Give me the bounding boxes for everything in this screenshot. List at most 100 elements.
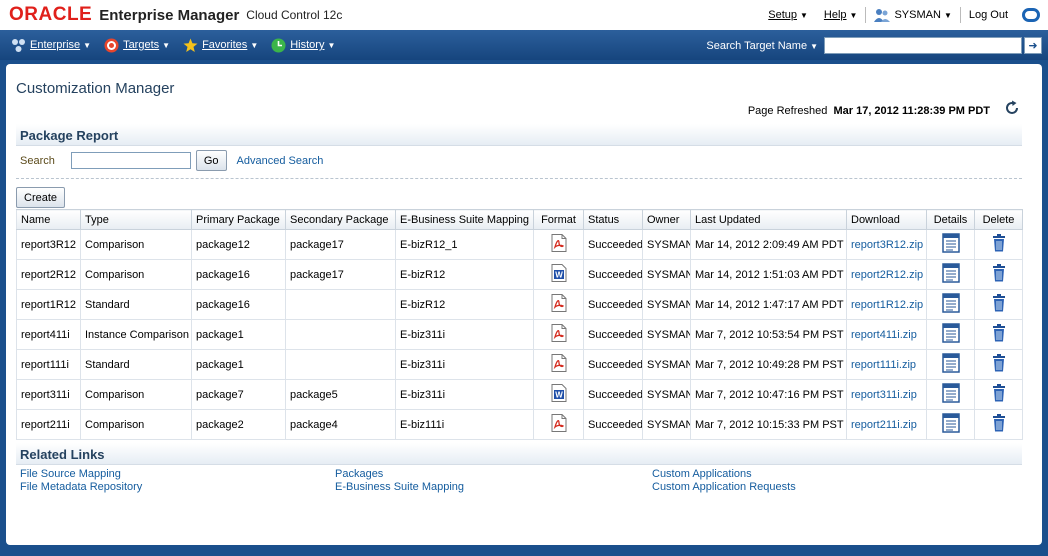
cell-last-updated: Mar 7, 2012 10:15:33 PM PST <box>690 409 847 440</box>
cell-primary-package: package16 <box>191 259 286 290</box>
targets-icon <box>104 38 119 52</box>
details-icon[interactable] <box>941 293 960 316</box>
trash-icon[interactable] <box>992 264 1006 285</box>
col-header-mapping[interactable]: E-Business Suite Mapping <box>395 209 534 230</box>
help-menu[interactable]: Help ▼ <box>824 9 858 21</box>
trash-icon[interactable] <box>992 234 1006 255</box>
chevron-down-icon: ▼ <box>810 41 818 51</box>
col-header-owner[interactable]: Owner <box>642 209 691 230</box>
table-row[interactable]: report311i Comparison package7 package5 E-bi… <box>16 379 1023 410</box>
pdf-document-icon[interactable] <box>551 324 567 345</box>
cell-type: Standard <box>80 349 192 380</box>
search-go-arrow-icon[interactable]: ➜ <box>1024 37 1042 54</box>
table-row[interactable]: report3R12 Comparison package12 package17 E-… <box>16 229 1023 260</box>
cell-last-updated: Mar 7, 2012 10:47:16 PM PST <box>690 379 847 410</box>
setup-menu[interactable]: Setup ▼ <box>768 9 808 21</box>
user-menu[interactable]: SYSMAN ▼ <box>874 8 952 22</box>
details-icon[interactable] <box>941 413 960 436</box>
table-row[interactable]: report111i Standard package1 E-biz311i Succe… <box>16 349 1023 380</box>
table-row[interactable]: report2R12 Comparison package16 package17 E-… <box>16 259 1023 290</box>
chevron-down-icon: ▼ <box>162 40 171 50</box>
col-header-type[interactable]: Type <box>80 209 192 230</box>
nav-targets[interactable]: Targets ▼ <box>104 38 170 53</box>
refresh-icon[interactable] <box>1004 100 1020 116</box>
nav-favorites[interactable]: Favorites ▼ <box>183 38 258 53</box>
cell-mapping: E-biz111i <box>395 409 534 440</box>
col-header-download[interactable]: Download <box>846 209 927 230</box>
details-icon[interactable] <box>941 263 960 286</box>
pdf-document-icon[interactable] <box>551 294 567 315</box>
cell-details <box>926 409 975 440</box>
cell-mapping: E-biz311i <box>395 319 534 350</box>
cell-format: W <box>533 379 584 410</box>
details-icon[interactable] <box>941 323 960 346</box>
details-icon[interactable] <box>941 383 960 406</box>
col-header-name[interactable]: Name <box>16 209 81 230</box>
cell-owner: SYSMAN <box>642 319 691 350</box>
download-link[interactable]: report211i.zip <box>851 419 917 431</box>
table-row[interactable]: report211i Comparison package2 package4 E-bi… <box>16 409 1023 440</box>
advanced-search-link[interactable]: Advanced Search <box>237 155 324 167</box>
go-button[interactable]: Go <box>195 150 227 171</box>
cell-format: W <box>533 259 584 290</box>
oracle-o-icon <box>1022 8 1040 22</box>
trash-icon[interactable] <box>992 294 1006 315</box>
related-link[interactable]: Custom Applications <box>652 468 796 481</box>
create-button[interactable]: Create <box>16 187 66 208</box>
cell-details <box>926 379 975 410</box>
details-icon[interactable] <box>941 233 960 256</box>
table-row[interactable]: report411i Instance Comparison package1 E-b… <box>16 319 1023 350</box>
chevron-down-icon: ▼ <box>849 11 858 20</box>
related-link[interactable]: File Metadata Repository <box>20 481 142 494</box>
word-document-icon[interactable]: W <box>551 384 567 405</box>
search-input[interactable] <box>70 152 191 169</box>
cell-download: report211i.zip <box>846 409 927 440</box>
logout-link[interactable]: Log Out <box>969 9 1008 21</box>
col-header-status[interactable]: Status <box>583 209 643 230</box>
related-link[interactable]: E-Business Suite Mapping <box>335 481 464 494</box>
download-link[interactable]: report411i.zip <box>851 329 917 341</box>
pdf-document-icon[interactable] <box>551 234 567 255</box>
col-header-primary[interactable]: Primary Package <box>191 209 286 230</box>
trash-icon[interactable] <box>992 414 1006 435</box>
related-link[interactable]: Packages <box>335 468 464 481</box>
cell-owner: SYSMAN <box>642 259 691 290</box>
trash-icon[interactable] <box>992 324 1006 345</box>
nav-enterprise[interactable]: Enterprise ▼ <box>11 38 91 53</box>
divider <box>16 178 1022 179</box>
download-link[interactable]: report3R12.zip <box>851 239 923 251</box>
cell-secondary-package <box>285 349 396 380</box>
col-header-delete[interactable]: Delete <box>974 209 1023 230</box>
word-document-icon[interactable]: W <box>551 264 567 285</box>
col-header-updated[interactable]: Last Updated <box>690 209 847 230</box>
cell-primary-package: package16 <box>191 289 286 320</box>
trash-icon[interactable] <box>992 354 1006 375</box>
cell-format <box>533 319 584 350</box>
related-link[interactable]: File Source Mapping <box>20 468 142 481</box>
cell-name: report311i <box>16 379 81 410</box>
package-report-header: Package Report <box>16 124 1022 146</box>
related-link[interactable]: Custom Application Requests <box>652 481 796 494</box>
col-header-secondary[interactable]: Secondary Package <box>285 209 396 230</box>
details-icon[interactable] <box>941 353 960 376</box>
col-header-details[interactable]: Details <box>926 209 975 230</box>
brand-bar: ORACLE Enterprise Manager Cloud Control … <box>0 0 1048 30</box>
download-link[interactable]: report1R12.zip <box>851 299 923 311</box>
pdf-document-icon[interactable] <box>551 414 567 435</box>
download-link[interactable]: report2R12.zip <box>851 269 923 281</box>
cell-details <box>926 319 975 350</box>
nav-history[interactable]: History ▼ <box>271 38 335 53</box>
search-target-label[interactable]: Search Target Name ▼ <box>706 40 818 52</box>
pdf-document-icon[interactable] <box>551 354 567 375</box>
table-row[interactable]: report1R12 Standard package16 E-bizR12 Succe… <box>16 289 1023 320</box>
cell-last-updated: Mar 14, 2012 2:09:49 AM PDT <box>690 229 847 260</box>
download-link[interactable]: report111i.zip <box>851 359 916 371</box>
col-header-format[interactable]: Format <box>533 209 584 230</box>
divider <box>865 7 867 23</box>
search-target-input[interactable] <box>824 37 1022 54</box>
trash-icon[interactable] <box>992 384 1006 405</box>
download-link[interactable]: report311i.zip <box>851 389 917 401</box>
table-header-row: Name Type Primary Package Secondary Pack… <box>16 209 1023 230</box>
cell-last-updated: Mar 7, 2012 10:49:28 PM PST <box>690 349 847 380</box>
cell-format <box>533 349 584 380</box>
